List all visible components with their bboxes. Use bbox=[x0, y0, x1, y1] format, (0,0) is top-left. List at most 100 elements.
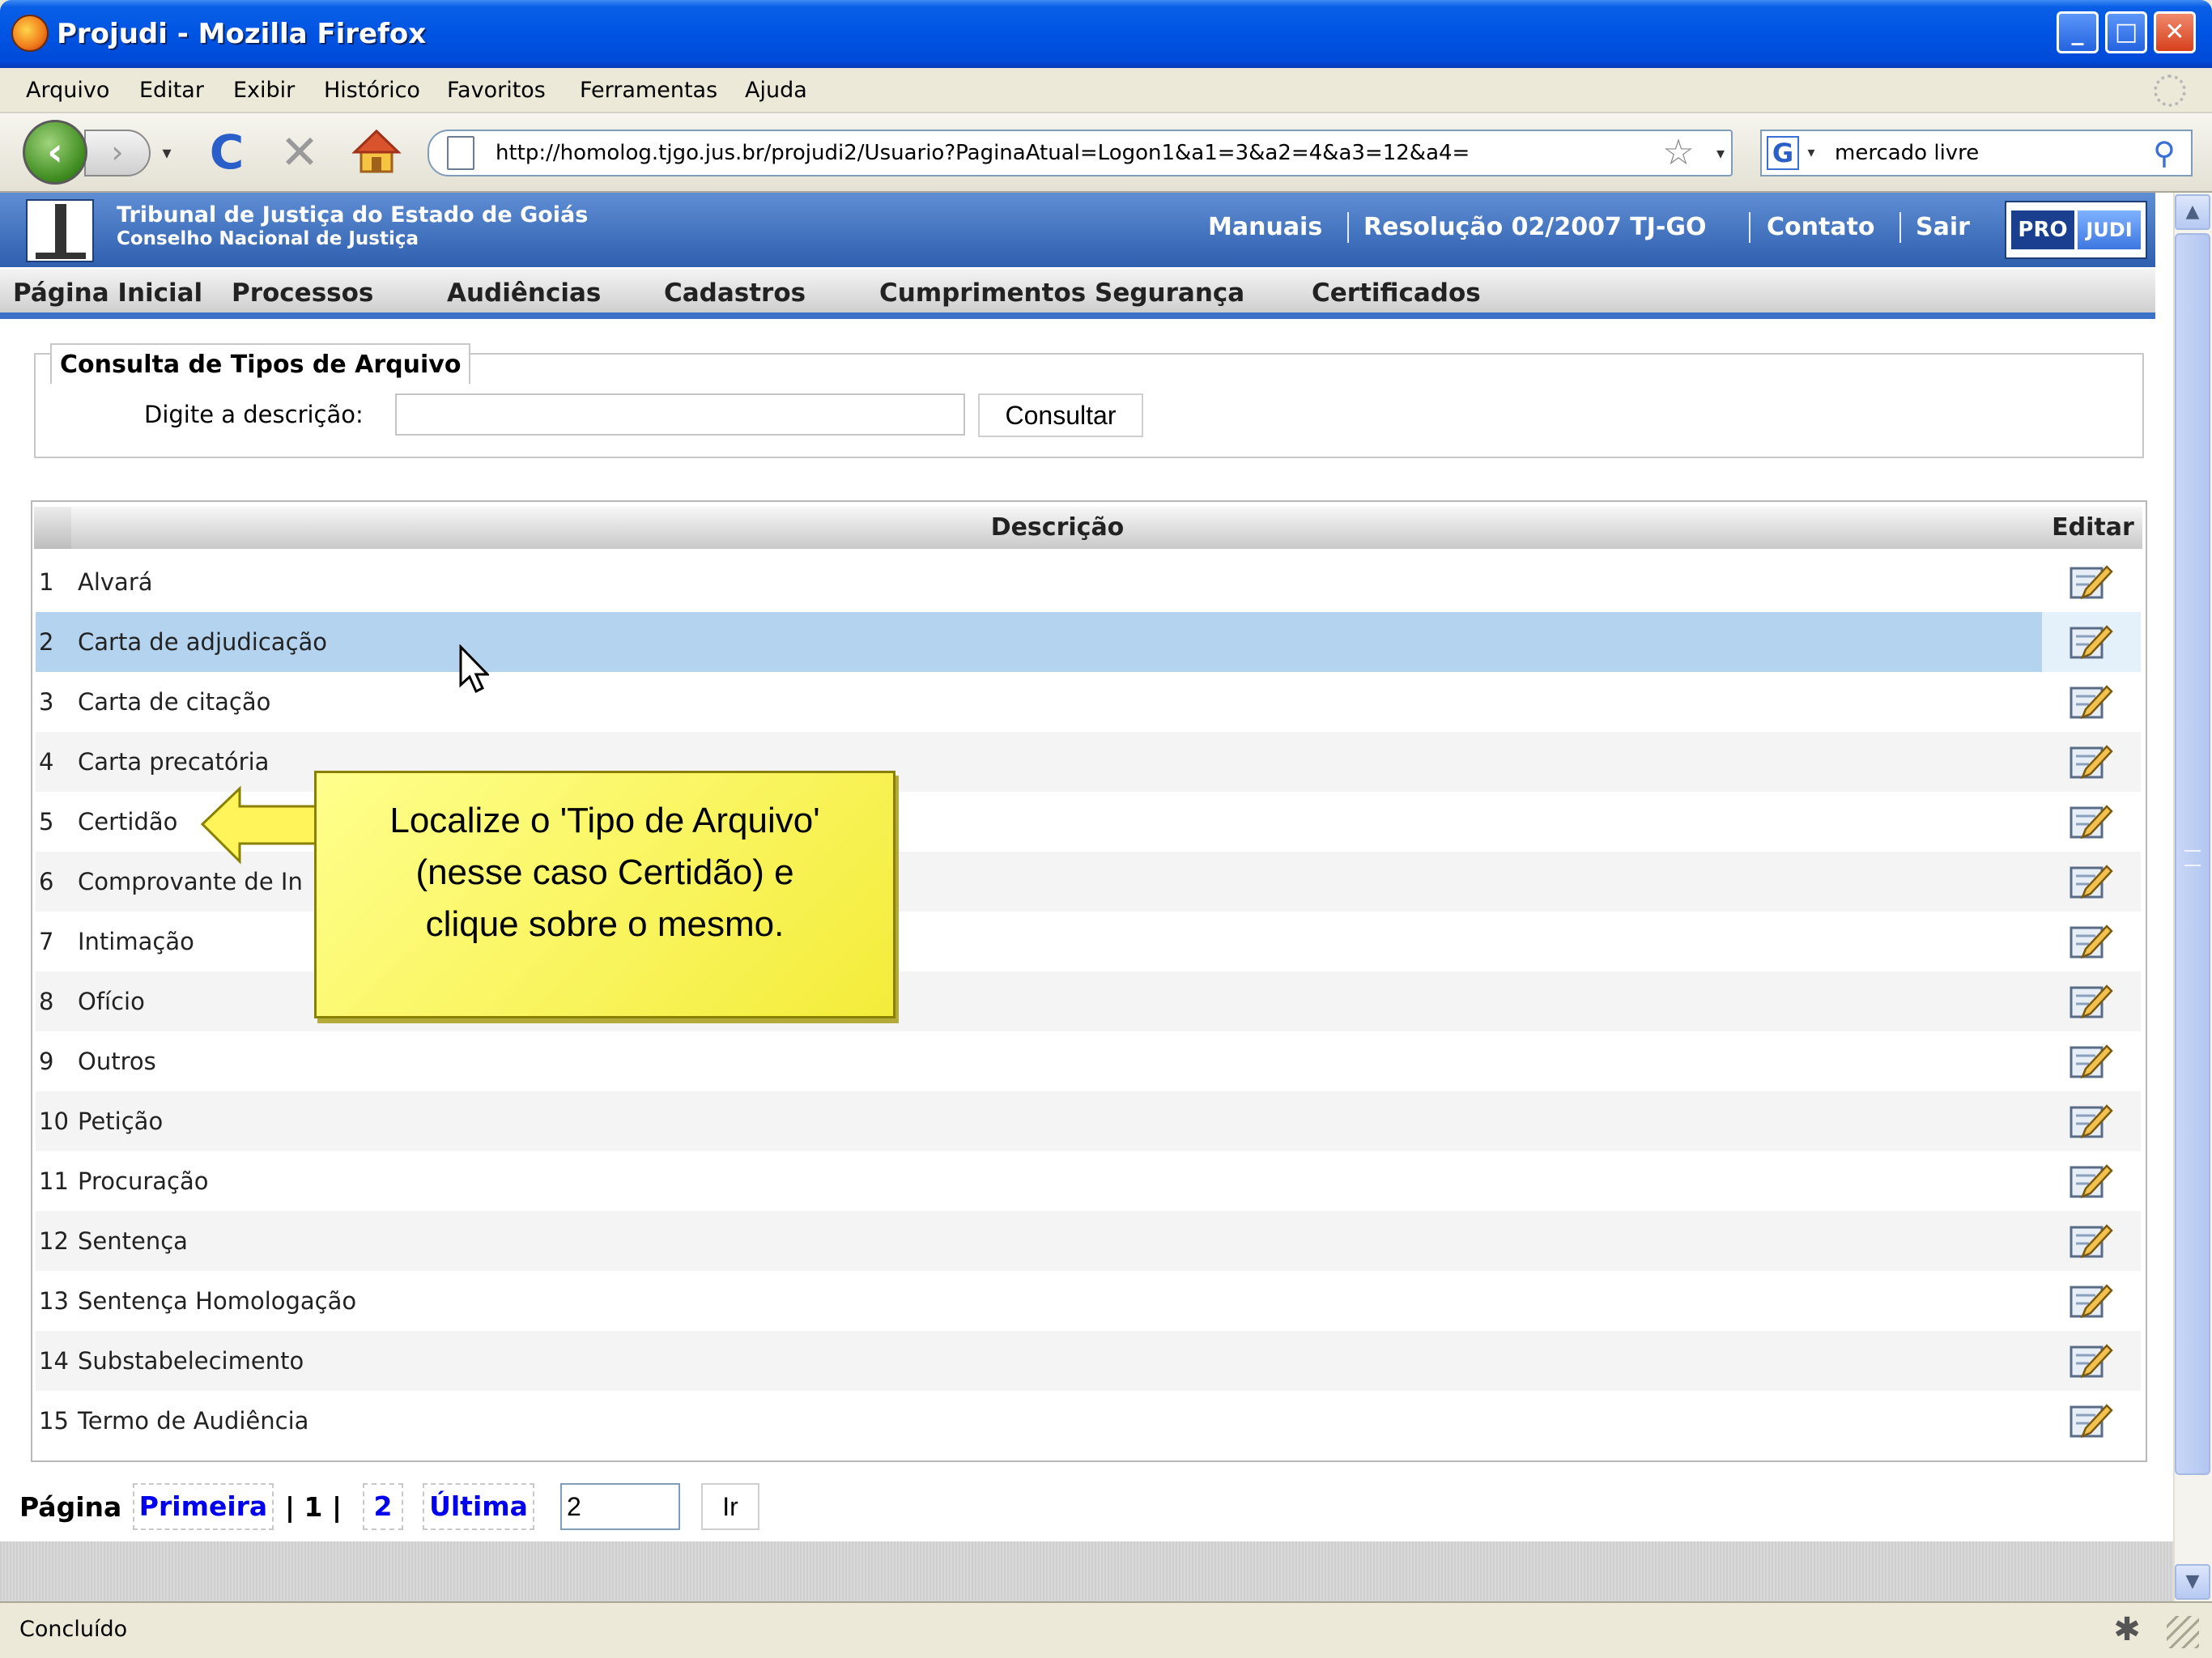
search-magnifier-icon[interactable]: ⚲ bbox=[2142, 133, 2186, 173]
menu-editar[interactable]: Editar bbox=[139, 68, 204, 113]
table-row[interactable]: 3 Carta de citação bbox=[36, 672, 2141, 732]
row-description[interactable]: Sentença Homologação bbox=[78, 1271, 356, 1331]
edit-icon[interactable] bbox=[2068, 683, 2113, 722]
court-name: Tribunal de Justiça do Estado de Goiás bbox=[117, 202, 589, 227]
menu-ferramentas[interactable]: Ferramentas bbox=[580, 68, 717, 113]
resize-grip-icon[interactable] bbox=[2167, 1616, 2199, 1648]
edit-icon[interactable] bbox=[2068, 1043, 2113, 1082]
header-separator bbox=[1347, 212, 1349, 243]
court-logo-mark bbox=[55, 204, 66, 253]
scroll-up-button[interactable]: ▲ bbox=[2175, 194, 2210, 230]
maximize-button[interactable]: □ bbox=[2105, 11, 2147, 53]
close-button[interactable]: ✕ bbox=[2154, 11, 2196, 53]
menu-ajuda[interactable]: Ajuda bbox=[745, 68, 807, 113]
go-page-button[interactable]: Ir bbox=[701, 1483, 759, 1530]
link-manuais[interactable]: Manuais bbox=[1208, 206, 1322, 249]
scroll-down-button[interactable]: ▼ bbox=[2175, 1564, 2210, 1600]
edit-icon[interactable] bbox=[2068, 863, 2113, 902]
menu-arquivo[interactable]: Arquivo bbox=[26, 68, 109, 113]
menu-favoritos[interactable]: Favoritos bbox=[447, 68, 546, 113]
search-input[interactable]: mercado livre bbox=[1835, 130, 1979, 176]
edit-icon[interactable] bbox=[2068, 1402, 2113, 1441]
bookmark-star-icon[interactable]: ☆ bbox=[1658, 131, 1699, 175]
table-row[interactable]: 12 Sentença bbox=[36, 1211, 2141, 1271]
table-header-edit: Editar bbox=[2052, 513, 2134, 542]
row-number: 8 bbox=[39, 988, 54, 1015]
edit-icon[interactable] bbox=[2068, 803, 2113, 842]
page-first-link[interactable]: Primeira bbox=[133, 1483, 274, 1530]
search-engine-dropdown-icon[interactable]: ▾ bbox=[1802, 136, 1820, 170]
row-description[interactable]: Intimação bbox=[78, 912, 194, 971]
description-input[interactable] bbox=[395, 393, 965, 436]
edit-icon[interactable] bbox=[2068, 1103, 2113, 1141]
edit-icon[interactable] bbox=[2068, 1342, 2113, 1381]
table-row[interactable]: 14 Substabelecimento bbox=[36, 1331, 2141, 1391]
table-header-description: Descrição bbox=[990, 513, 1125, 542]
nav-cumprimentos[interactable]: Cumprimentos bbox=[879, 270, 1086, 316]
nav-pagina-inicial[interactable]: Página Inicial bbox=[13, 270, 202, 316]
menu-historico[interactable]: Histórico bbox=[324, 68, 420, 113]
row-description[interactable]: Substabelecimento bbox=[78, 1331, 304, 1391]
row-description[interactable]: Sentença bbox=[78, 1211, 188, 1271]
edit-icon[interactable] bbox=[2068, 1163, 2113, 1201]
row-number: 12 bbox=[39, 1227, 69, 1255]
page-2-link[interactable]: 2 bbox=[363, 1483, 403, 1530]
row-number: 11 bbox=[39, 1167, 69, 1195]
back-button[interactable]: ‹ bbox=[23, 120, 87, 185]
firebug-icon[interactable]: ✱ bbox=[2105, 1608, 2149, 1652]
history-dropdown-icon[interactable]: ▾ bbox=[152, 138, 181, 170]
row-description[interactable]: Termo de Audiência bbox=[78, 1391, 308, 1451]
reload-button[interactable]: C bbox=[202, 125, 251, 180]
address-url[interactable]: http://homolog.tjgo.jus.br/projudi2/Usua… bbox=[496, 130, 1470, 176]
row-description[interactable]: Ofício bbox=[78, 971, 145, 1031]
link-contato[interactable]: Contato bbox=[1767, 206, 1875, 249]
row-description[interactable]: Certidão bbox=[78, 792, 177, 852]
page-last-link[interactable]: Última bbox=[423, 1483, 534, 1530]
row-description[interactable]: Alvará bbox=[78, 552, 153, 612]
table-row[interactable]: 2 Carta de adjudicação bbox=[36, 612, 2141, 672]
edit-icon[interactable] bbox=[2068, 743, 2113, 782]
url-dropdown-icon[interactable]: ▾ bbox=[1708, 133, 1733, 173]
edit-icon[interactable] bbox=[2068, 1282, 2113, 1321]
table-row[interactable]: 15 Termo de Audiência bbox=[36, 1391, 2141, 1451]
edit-icon[interactable] bbox=[2068, 563, 2113, 602]
row-number: 15 bbox=[39, 1407, 69, 1435]
row-description[interactable]: Carta precatória bbox=[78, 732, 269, 792]
statusbar bbox=[0, 1601, 2212, 1658]
callout-line: Localize o 'Tipo de Arquivo' bbox=[389, 801, 820, 840]
table-row[interactable]: 1 Alvará bbox=[36, 552, 2141, 612]
table-row[interactable]: 13 Sentença Homologação bbox=[36, 1271, 2141, 1331]
row-description[interactable]: Petição bbox=[78, 1091, 163, 1151]
row-edit-cell bbox=[2042, 1091, 2141, 1151]
table-row[interactable]: 10 Petição bbox=[36, 1091, 2141, 1151]
home-button[interactable] bbox=[351, 126, 402, 176]
stop-button[interactable]: ✕ bbox=[275, 125, 324, 180]
page-number-input[interactable] bbox=[560, 1483, 680, 1530]
nav-seguranca[interactable]: Segurança bbox=[1095, 270, 1244, 316]
edit-icon[interactable] bbox=[2068, 623, 2113, 662]
google-engine-icon[interactable]: G bbox=[1767, 136, 1799, 170]
row-description[interactable]: Carta de adjudicação bbox=[78, 612, 327, 672]
nav-audiencias[interactable]: Audiências bbox=[447, 270, 601, 316]
row-description[interactable]: Outros bbox=[78, 1031, 156, 1091]
table-row[interactable]: 11 Procuração bbox=[36, 1151, 2141, 1211]
nav-cadastros[interactable]: Cadastros bbox=[664, 270, 806, 316]
forward-button[interactable]: › bbox=[84, 130, 151, 176]
edit-icon[interactable] bbox=[2068, 983, 2113, 1022]
consultar-button[interactable]: Consultar bbox=[978, 393, 1143, 437]
row-edit-cell bbox=[2042, 1211, 2141, 1271]
table-row[interactable]: 9 Outros bbox=[36, 1031, 2141, 1091]
edit-icon[interactable] bbox=[2068, 1222, 2113, 1261]
edit-icon[interactable] bbox=[2068, 923, 2113, 962]
menu-exibir[interactable]: Exibir bbox=[233, 68, 295, 113]
row-description[interactable]: Procuração bbox=[78, 1151, 208, 1211]
row-number: 6 bbox=[39, 868, 54, 895]
link-resolucao[interactable]: Resolução 02/2007 TJ-GO bbox=[1363, 206, 1707, 249]
row-number: 4 bbox=[39, 748, 54, 776]
nav-certificados[interactable]: Certificados bbox=[1312, 270, 1481, 316]
link-sair[interactable]: Sair bbox=[1916, 206, 1970, 249]
row-edit-cell bbox=[2042, 792, 2141, 852]
nav-processos[interactable]: Processos bbox=[232, 270, 373, 316]
minimize-button[interactable]: _ bbox=[2057, 11, 2099, 53]
row-description[interactable]: Carta de citação bbox=[78, 672, 270, 732]
